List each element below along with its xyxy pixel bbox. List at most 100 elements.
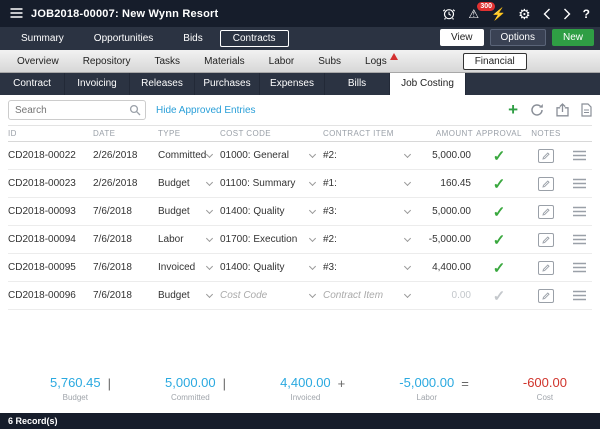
row-menu-icon[interactable] — [567, 150, 592, 161]
financial-tab[interactable]: Invoicing — [65, 73, 130, 95]
col-amount[interactable]: AMOUNT — [418, 129, 473, 138]
new-button[interactable]: New — [551, 29, 594, 46]
financial-tab[interactable]: Expenses — [260, 73, 325, 95]
chevron-left-icon[interactable] — [543, 8, 551, 20]
summary-label: Invoiced — [290, 393, 321, 402]
contract-item-dropdown[interactable]: #2: — [323, 226, 418, 253]
contract-item-dropdown[interactable]: Contract Item — [323, 282, 418, 309]
notes-icon[interactable] — [538, 288, 554, 303]
main-tab[interactable]: Summary — [8, 30, 77, 47]
row-menu-icon[interactable] — [567, 178, 592, 189]
alerts-warning-icon[interactable]: ⚠ 300 — [468, 1, 496, 20]
table-row[interactable]: CD2018-00022 2/26/2018 Committed 01000: … — [8, 142, 592, 170]
financial-tab[interactable]: Job Costing — [390, 73, 466, 95]
col-date[interactable]: DATE — [93, 129, 158, 138]
type-dropdown[interactable]: Budget — [158, 198, 220, 225]
alarm-icon[interactable] — [442, 7, 456, 20]
col-id[interactable]: ID — [8, 129, 93, 138]
financial-tab[interactable]: Contract — [0, 73, 65, 95]
type-dropdown[interactable]: Labor — [158, 226, 220, 253]
type-dropdown[interactable]: Budget — [158, 282, 220, 309]
table-row[interactable]: CD2018-00094 7/6/2018 Labor 01700: Execu… — [8, 226, 592, 254]
row-menu-icon[interactable] — [567, 262, 592, 273]
row-date: 7/6/2018 — [93, 234, 132, 245]
chevron-down-icon — [205, 206, 214, 214]
module-tab[interactable]: Financial — [462, 52, 527, 70]
approval-check-icon[interactable]: ✓ — [493, 232, 506, 249]
approval-check-icon[interactable]: ✓ — [493, 204, 506, 221]
approval-check-icon[interactable]: ✓ — [493, 288, 506, 305]
table-header: ID DATE TYPE COST CODE CONTRACT ITEM AMO… — [8, 125, 592, 142]
menu-icon[interactable] — [10, 5, 23, 23]
approval-check-icon[interactable]: ✓ — [493, 260, 506, 277]
summary-value: 5,760.45 — [50, 375, 101, 390]
cost-code-dropdown[interactable]: Cost Code — [220, 282, 323, 309]
chevron-down-icon — [308, 206, 317, 214]
main-tab[interactable]: Bids — [170, 30, 215, 47]
cost-code-dropdown[interactable]: 01400: Quality — [220, 198, 323, 225]
module-tab[interactable]: Logs — [353, 52, 399, 70]
table-row[interactable]: CD2018-00096 7/6/2018 Budget Cost Code C… — [8, 282, 592, 310]
cost-code-dropdown[interactable]: 01700: Execution — [220, 226, 323, 253]
module-tab[interactable]: Overview — [5, 53, 71, 70]
report-icon[interactable] — [581, 103, 592, 117]
module-tab[interactable]: Labor — [257, 53, 307, 70]
module-tab[interactable]: Repository — [71, 53, 143, 70]
type-dropdown[interactable]: Invoiced — [158, 254, 220, 281]
options-button[interactable]: Options — [489, 29, 546, 46]
contract-item-dropdown[interactable]: #2: — [323, 142, 418, 169]
col-notes[interactable]: NOTES — [525, 129, 567, 138]
financial-tab[interactable]: Releases — [130, 73, 195, 95]
row-id: CD2018-00096 — [8, 290, 76, 301]
contract-item-dropdown[interactable]: #3: — [323, 254, 418, 281]
hide-approved-entries-link[interactable]: Hide Approved Entries — [156, 105, 256, 116]
type-dropdown[interactable]: Budget — [158, 170, 220, 197]
notes-icon[interactable] — [538, 232, 554, 247]
page-title: JOB2018-00007: New Wynn Resort — [31, 7, 219, 20]
refresh-icon[interactable] — [530, 103, 544, 117]
cost-code-dropdown[interactable]: 01400: Quality — [220, 254, 323, 281]
table-row[interactable]: CD2018-00093 7/6/2018 Budget 01400: Qual… — [8, 198, 592, 226]
row-menu-icon[interactable] — [567, 234, 592, 245]
chevron-right-icon[interactable] — [563, 8, 571, 20]
job-costing-table: ID DATE TYPE COST CODE CONTRACT ITEM AMO… — [0, 125, 600, 310]
row-menu-icon[interactable] — [567, 206, 592, 217]
gear-icon[interactable]: ⚙ — [518, 7, 531, 21]
module-tab[interactable]: Subs — [306, 53, 353, 70]
module-tab[interactable]: Tasks — [143, 53, 193, 70]
notes-icon[interactable] — [538, 260, 554, 275]
row-menu-icon[interactable] — [567, 290, 592, 301]
approval-check-icon[interactable]: ✓ — [493, 176, 506, 193]
contract-item-dropdown[interactable]: #3: — [323, 198, 418, 225]
financial-tab[interactable]: Purchases — [195, 73, 260, 95]
help-icon[interactable]: ? — [583, 8, 590, 20]
cost-code-dropdown[interactable]: 01100: Summary — [220, 170, 323, 197]
col-approval[interactable]: APPROVAL — [473, 129, 525, 138]
type-dropdown[interactable]: Committed — [158, 142, 220, 169]
notes-icon[interactable] — [538, 204, 554, 219]
contract-item-dropdown[interactable]: #1: — [323, 170, 418, 197]
col-type[interactable]: TYPE — [158, 129, 220, 138]
col-contract-item[interactable]: CONTRACT ITEM — [323, 129, 418, 138]
notes-icon[interactable] — [538, 176, 554, 191]
main-tab[interactable]: Contracts — [219, 30, 289, 47]
row-date: 2/26/2018 — [93, 150, 138, 161]
notes-icon[interactable] — [538, 148, 554, 163]
table-row[interactable]: CD2018-00095 7/6/2018 Invoiced 01400: Qu… — [8, 254, 592, 282]
search-input[interactable] — [8, 100, 146, 121]
export-icon[interactable] — [556, 103, 569, 117]
chevron-down-icon — [403, 150, 412, 158]
module-tab[interactable]: Materials — [192, 53, 257, 70]
table-row[interactable]: CD2018-00023 2/26/2018 Budget 01100: Sum… — [8, 170, 592, 198]
row-id: CD2018-00094 — [8, 234, 76, 245]
view-button[interactable]: View — [440, 29, 484, 46]
summary-item: -5,000.00 Labor = — [399, 375, 469, 402]
approval-check-icon[interactable]: ✓ — [493, 148, 506, 165]
summary-operator: = — [461, 376, 469, 391]
financial-tab[interactable]: Bills — [325, 73, 390, 95]
add-entry-button[interactable]: + — [508, 101, 518, 118]
col-cost-code[interactable]: COST CODE — [220, 129, 323, 138]
alert-count-badge: 300 — [477, 1, 496, 11]
cost-code-dropdown[interactable]: 01000: General — [220, 142, 323, 169]
main-tab[interactable]: Opportunities — [81, 30, 166, 47]
